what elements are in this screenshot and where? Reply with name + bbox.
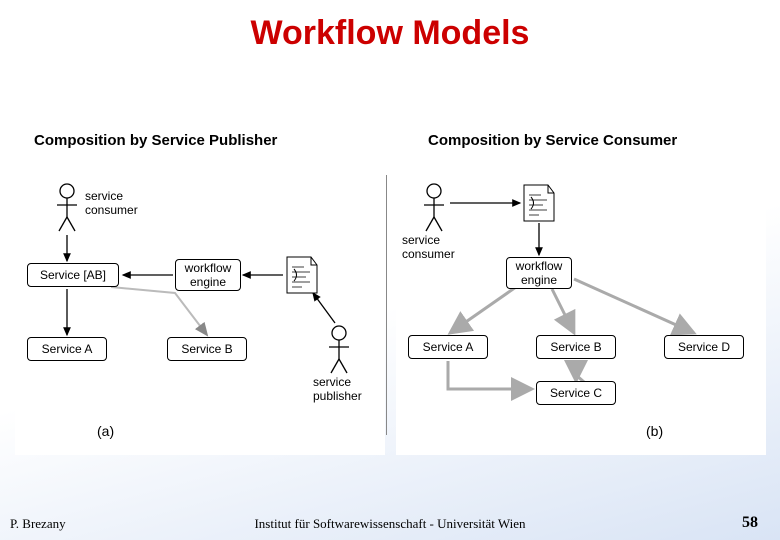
box-service-ab: Service [AB] (27, 263, 119, 287)
figure-label-a: (a) (97, 423, 114, 439)
subtitle-consumer: Composition by Service Consumer (428, 132, 677, 149)
box-workflow-engine-b: workflow engine (506, 257, 572, 289)
diagram-b-svg (396, 175, 766, 455)
figure-label-b: (b) (646, 423, 663, 439)
box-service-c: Service C (536, 381, 616, 405)
label-service-consumer-b: service consumer (402, 233, 455, 261)
diagram-a-svg (15, 175, 385, 455)
box-service-b-right: Service B (536, 335, 616, 359)
slide-title: Workflow Models (0, 0, 780, 53)
footer-page-number: 58 (742, 514, 758, 532)
diagram-panel-a: service consumer Service [AB] workflow e… (15, 175, 385, 455)
label-service-consumer-a: service consumer (85, 189, 138, 217)
footer-institute: Institut für Softwarewissenschaft - Univ… (0, 516, 780, 532)
box-workflow-engine-a: workflow engine (175, 259, 241, 291)
box-service-a-right: Service A (408, 335, 488, 359)
box-service-b-left: Service B (167, 337, 247, 361)
box-service-a-left: Service A (27, 337, 107, 361)
label-service-publisher: service publisher (313, 375, 362, 403)
panel-divider (386, 175, 387, 435)
subtitle-publisher: Composition by Service Publisher (34, 132, 277, 149)
box-service-d: Service D (664, 335, 744, 359)
diagram-panel-b: service consumer workflow engine Service… (396, 175, 766, 455)
